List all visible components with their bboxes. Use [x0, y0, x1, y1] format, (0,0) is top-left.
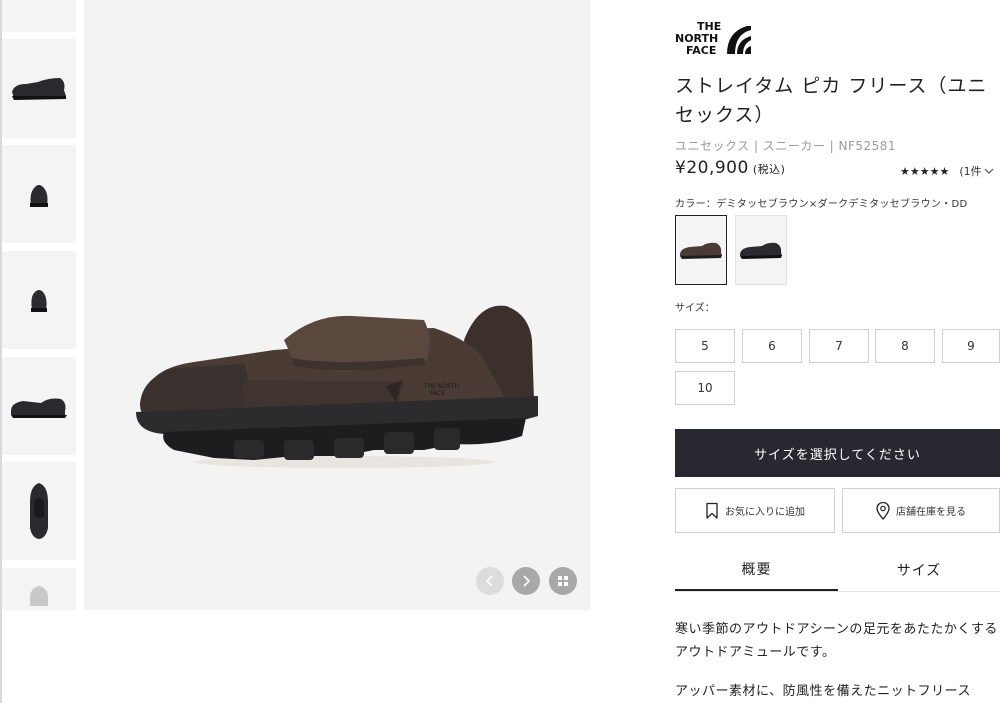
- thumbnail-2[interactable]: [2, 39, 76, 138]
- description-paragraph-2: アッパー素材に、防風性を備えたニットフリース: [675, 684, 971, 699]
- shoe-product-image: THE NORTH FACE: [136, 305, 538, 468]
- chevron-down-icon: [984, 168, 994, 174]
- store-stock-button[interactable]: 店舗在庫を見る: [842, 488, 1000, 533]
- thumbnail-4[interactable]: [2, 251, 76, 349]
- review-count: (1件: [959, 163, 994, 179]
- description-paragraph-1: 寒い季節のアウトドアシーンの足元をあたたかくするアウトドアミュールです。: [675, 622, 998, 660]
- size-option-5[interactable]: 5: [675, 329, 735, 363]
- size-option-10[interactable]: 10: [675, 371, 735, 405]
- size-option-9[interactable]: 9: [942, 329, 1000, 363]
- location-pin-icon: [876, 501, 890, 520]
- select-size-button[interactable]: サイズを選択してください: [675, 429, 1000, 477]
- product-price: ¥20,900 (税込): [675, 158, 785, 178]
- chevron-left-icon: [485, 575, 493, 587]
- favorite-label: お気に入りに追加: [725, 507, 805, 518]
- thumbnail-rail: [0, 0, 80, 703]
- shoe-swatch-image: [680, 242, 722, 259]
- shoe-thumbnail-image: [12, 77, 66, 100]
- shoe-thumbnail-image: [9, 0, 69, 1]
- shoe-thumbnail-image: [30, 185, 48, 207]
- tab-divider: [675, 591, 1000, 592]
- shoe-swatch-image: [740, 242, 782, 259]
- product-info-panel: THE NORTH FACE ストレイタム ピカ フリース（ユニセックス） ユニ…: [675, 0, 1000, 703]
- add-to-favorites-button[interactable]: お気に入りに追加: [675, 488, 835, 533]
- size-option-7[interactable]: 7: [809, 329, 869, 363]
- price-value: ¥20,900: [675, 158, 749, 178]
- prev-image-button[interactable]: [476, 567, 504, 595]
- bookmark-icon: [706, 502, 718, 519]
- svg-text:FACE: FACE: [430, 390, 445, 397]
- tab-size[interactable]: サイズ: [838, 548, 1000, 591]
- color-swatch-black[interactable]: [735, 215, 787, 285]
- size-option-6[interactable]: 6: [742, 329, 802, 363]
- thumbnail-7[interactable]: [2, 568, 76, 610]
- color-swatch-brown[interactable]: [675, 215, 727, 285]
- grid-icon: [558, 576, 568, 586]
- shoe-thumbnail-image: [31, 290, 47, 312]
- svg-text:FACE: FACE: [686, 44, 716, 57]
- shoe-thumbnail-image: [11, 398, 67, 418]
- store-stock-label: 店舗在庫を見る: [896, 507, 966, 518]
- next-image-button[interactable]: [512, 567, 540, 595]
- size-label: サイズ：: [675, 303, 715, 314]
- product-category: ユニセックス | スニーカー | NF52581: [675, 139, 897, 153]
- tax-note: (税込): [752, 163, 786, 176]
- chevron-right-icon: [523, 575, 531, 587]
- shoe-thumbnail-image: [30, 483, 48, 539]
- tab-overview[interactable]: 概要: [675, 548, 838, 591]
- rating-stars: ★★★★★: [900, 164, 950, 178]
- size-option-8[interactable]: 8: [875, 329, 935, 363]
- main-product-image: THE NORTH FACE: [84, 0, 590, 610]
- thumbnail-3[interactable]: [2, 145, 76, 243]
- rating-summary[interactable]: ★★★★★ (1件: [900, 163, 994, 179]
- grid-view-button[interactable]: [549, 567, 577, 595]
- thumbnail-1[interactable]: [2, 0, 76, 32]
- svg-text:THE NORTH: THE NORTH: [423, 383, 459, 390]
- the-north-face-logo[interactable]: THE NORTH FACE: [675, 18, 753, 58]
- thumbnail-5[interactable]: [2, 357, 76, 455]
- color-label: カラー：デミタッセブラウン×ダークデミタッセブラウン・DD: [675, 199, 968, 210]
- product-title: ストレイタム ピカ フリース（ユニセックス）: [675, 75, 988, 126]
- thumbnail-6[interactable]: [2, 462, 76, 560]
- shoe-thumbnail-image: [30, 586, 48, 606]
